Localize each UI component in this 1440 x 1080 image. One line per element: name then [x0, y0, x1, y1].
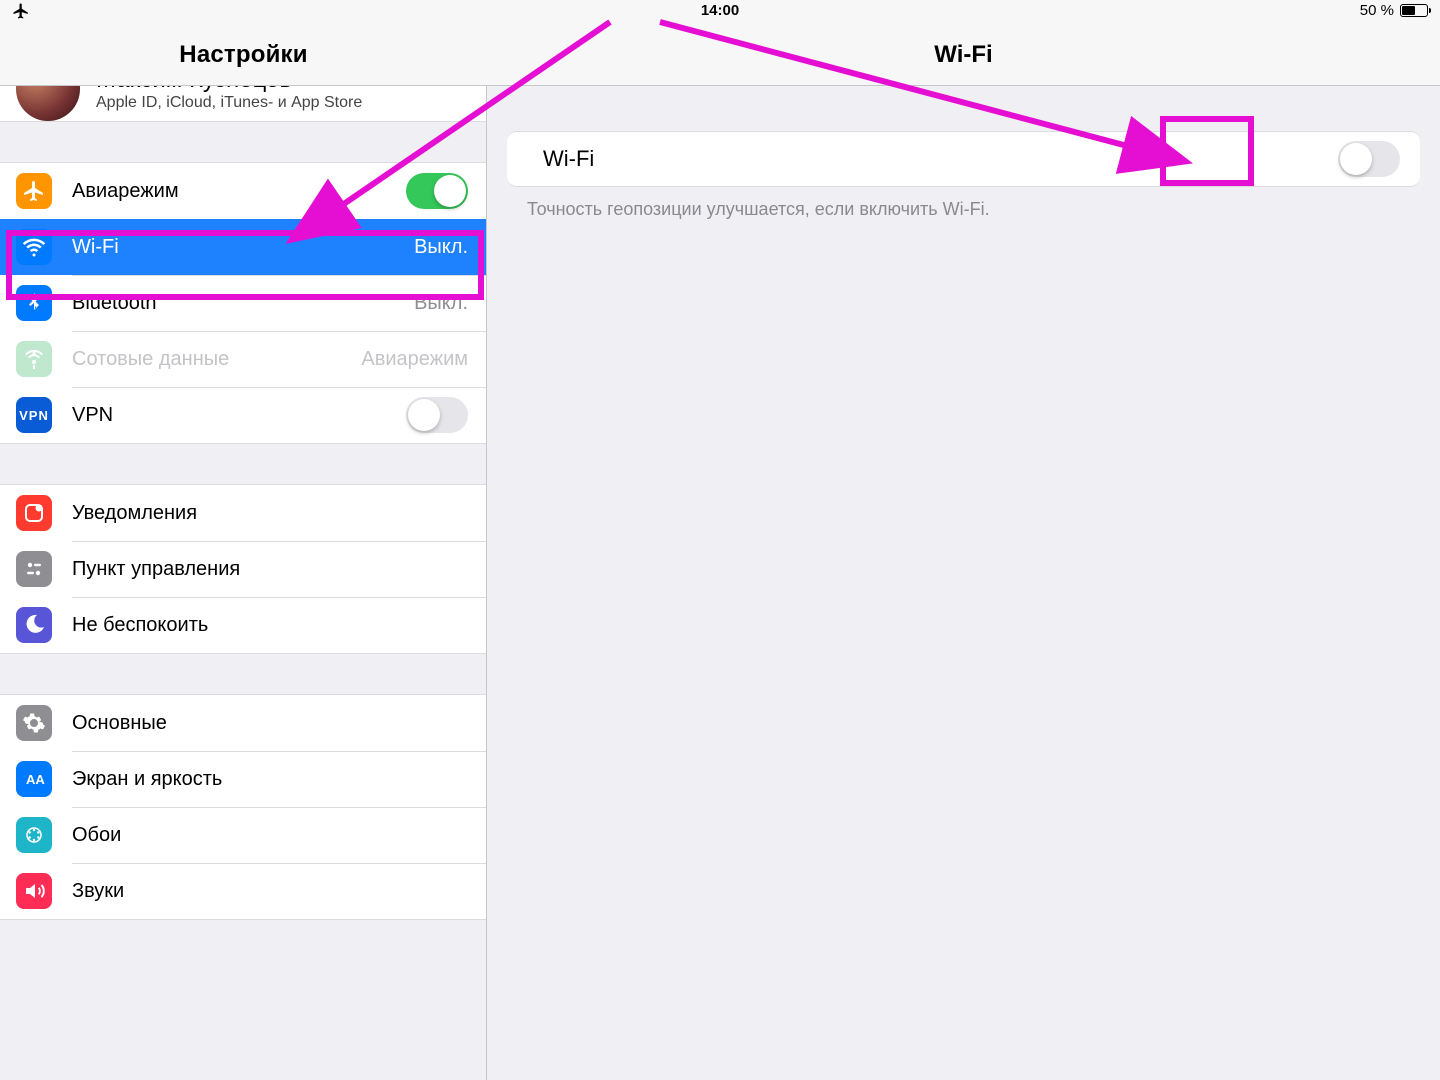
- wallpaper-icon: [16, 817, 52, 853]
- bluetooth-label: Bluetooth: [72, 292, 414, 315]
- sidebar-item-controlcenter[interactable]: Пункт управления: [0, 541, 486, 597]
- apple-id-row[interactable]: Максим Кузнецов Apple ID, iCloud, iTunes…: [0, 86, 486, 121]
- wallpaper-label: Обои: [72, 824, 468, 847]
- sidebar-item-sounds[interactable]: Звуки: [0, 863, 486, 919]
- sidebar-item-wifi[interactable]: Wi-Fi Выкл.: [0, 219, 486, 275]
- wifi-master-row[interactable]: Wi-Fi: [507, 131, 1420, 187]
- vpn-icon: VPN: [16, 397, 52, 433]
- gear-icon: [16, 705, 52, 741]
- sidebar-item-display[interactable]: AA Экран и яркость: [0, 751, 486, 807]
- notifications-label: Уведомления: [72, 502, 468, 525]
- sidebar-item-cellular: Сотовые данные Авиарежим: [0, 331, 486, 387]
- wifi-master-toggle[interactable]: [1338, 141, 1400, 177]
- wifi-value: Выкл.: [414, 236, 468, 259]
- settings-sidebar: Максим Кузнецов Apple ID, iCloud, iTunes…: [0, 86, 487, 1080]
- detail-title: Wi-Fi: [487, 24, 1440, 86]
- wifi-hint: Точность геопозиции улучшается, если вкл…: [487, 187, 1440, 220]
- airplane-label: Авиарежим: [72, 180, 406, 203]
- cellular-value: Авиарежим: [361, 348, 468, 371]
- dnd-icon: [16, 607, 52, 643]
- profile-sub: Apple ID, iCloud, iTunes- и App Store: [96, 94, 362, 112]
- bluetooth-value: Выкл.: [414, 292, 468, 315]
- sounds-icon: [16, 873, 52, 909]
- cellular-label: Сотовые данные: [72, 348, 361, 371]
- controlcenter-label: Пункт управления: [72, 558, 468, 581]
- sidebar-title: Настройки: [0, 24, 487, 86]
- sidebar-item-general[interactable]: Основные: [0, 695, 486, 751]
- sidebar-item-vpn[interactable]: VPN VPN: [0, 387, 486, 443]
- sidebar-item-notifications[interactable]: Уведомления: [0, 485, 486, 541]
- airplane-status-icon: [12, 2, 30, 24]
- sidebar-item-wallpaper[interactable]: Обои: [0, 807, 486, 863]
- controlcenter-icon: [16, 551, 52, 587]
- airplane-icon: [16, 173, 52, 209]
- status-bar: 14:00 50 %: [0, 0, 1440, 24]
- vpn-label: VPN: [72, 404, 406, 427]
- avatar: [16, 86, 80, 121]
- sidebar-item-bluetooth[interactable]: Bluetooth Выкл.: [0, 275, 486, 331]
- profile-name: Максим Кузнецов: [96, 86, 362, 94]
- sidebar-item-airplane[interactable]: Авиарежим: [0, 163, 486, 219]
- cellular-icon: [16, 341, 52, 377]
- battery-text: 50 %: [1360, 2, 1394, 19]
- bluetooth-icon: [16, 285, 52, 321]
- dnd-label: Не беспокоить: [72, 614, 468, 637]
- clock: 14:00: [701, 2, 739, 19]
- display-label: Экран и яркость: [72, 768, 468, 791]
- sidebar-item-dnd[interactable]: Не беспокоить: [0, 597, 486, 653]
- svg-text:AA: AA: [26, 772, 45, 787]
- general-label: Основные: [72, 712, 468, 735]
- vpn-toggle[interactable]: [406, 397, 468, 433]
- wifi-master-label: Wi-Fi: [543, 146, 1338, 172]
- sounds-label: Звуки: [72, 880, 468, 903]
- airplane-toggle[interactable]: [406, 173, 468, 209]
- display-icon: AA: [16, 761, 52, 797]
- wifi-icon: [16, 229, 52, 265]
- notifications-icon: [16, 495, 52, 531]
- detail-pane: Wi-Fi Точность геопозиции улучшается, ес…: [487, 86, 1440, 1080]
- wifi-label: Wi-Fi: [72, 236, 414, 259]
- battery-icon: [1400, 4, 1428, 17]
